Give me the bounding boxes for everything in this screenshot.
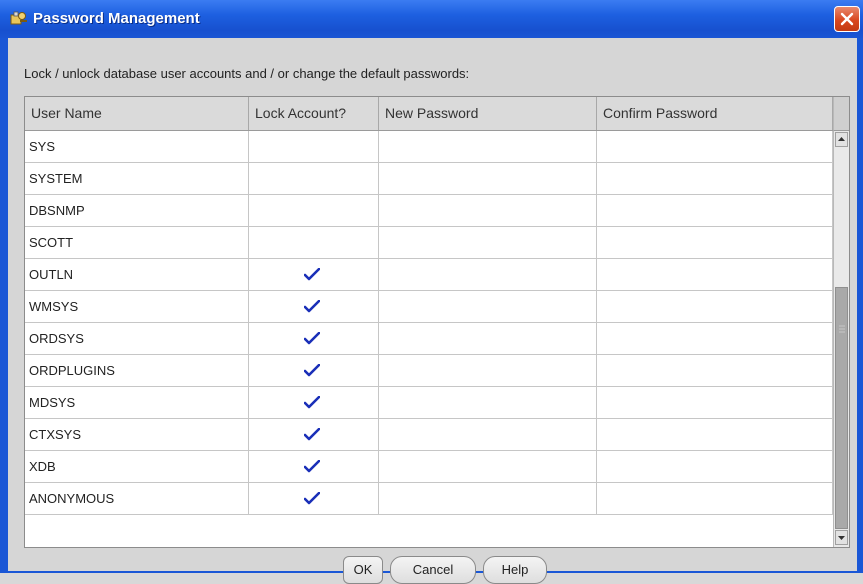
instruction-text: Lock / unlock database user accounts and… [24,66,470,81]
new-password-cell[interactable] [379,387,597,418]
user-name-cell[interactable]: CTXSYS [25,419,249,450]
dialog-content: Lock / unlock database user accounts and… [8,38,857,584]
confirm-password-cell[interactable] [597,323,833,354]
table-header: User Name Lock Account? New Password Con… [25,97,833,131]
confirm-password-cell[interactable] [597,387,833,418]
table-header-corner [833,97,849,131]
table-row[interactable]: MDSYS [25,387,833,419]
lock-account-cell[interactable] [249,323,379,354]
user-name-cell[interactable]: SYS [25,131,249,162]
user-name-cell[interactable]: OUTLN [25,259,249,290]
scroll-up-button[interactable] [835,132,848,147]
table-row[interactable]: WMSYS [25,291,833,323]
user-name-cell[interactable]: XDB [25,451,249,482]
title-bar[interactable]: Password Management [0,0,863,38]
checkmark-icon [304,300,320,313]
confirm-password-cell[interactable] [597,131,833,162]
checkmark-icon [304,268,320,281]
checkmark-icon [304,364,320,377]
confirm-password-cell[interactable] [597,419,833,450]
arrow-down-icon [838,536,845,540]
table-row[interactable]: ANONYMOUS [25,483,833,515]
lock-account-cell[interactable] [249,259,379,290]
table-body: SYS SYSTEM DBSNMP SCOTT OUTLN WMSYS ORDSYS ORDP… [25,131,833,515]
user-name-cell[interactable]: ORDSYS [25,323,249,354]
lock-account-cell[interactable] [249,419,379,450]
lock-account-cell[interactable] [249,131,379,162]
user-name-cell[interactable]: ORDPLUGINS [25,355,249,386]
user-name-cell[interactable]: MDSYS [25,387,249,418]
new-password-cell[interactable] [379,163,597,194]
lock-account-cell[interactable] [249,451,379,482]
scrollbar-thumb[interactable] [835,287,848,529]
table-row[interactable]: SYS [25,131,833,163]
new-password-cell[interactable] [379,483,597,514]
lock-account-cell[interactable] [249,163,379,194]
table-row[interactable]: SYSTEM [25,163,833,195]
checkmark-icon [304,460,320,473]
column-header-lock-account[interactable]: Lock Account? [249,97,379,130]
confirm-password-cell[interactable] [597,355,833,386]
close-icon [840,12,854,26]
column-header-user-name[interactable]: User Name [25,97,249,130]
key-users-icon [10,11,27,25]
user-name-cell[interactable]: DBSNMP [25,195,249,226]
confirm-password-cell[interactable] [597,451,833,482]
scroll-down-button[interactable] [835,530,848,545]
new-password-cell[interactable] [379,355,597,386]
table-row[interactable]: XDB [25,451,833,483]
grip-icon [839,325,845,333]
new-password-cell[interactable] [379,259,597,290]
confirm-password-cell[interactable] [597,483,833,514]
vertical-scrollbar[interactable] [833,131,849,547]
checkmark-icon [304,332,320,345]
arrow-up-icon [838,137,845,141]
user-name-cell[interactable]: SYSTEM [25,163,249,194]
column-header-new-password[interactable]: New Password [379,97,597,130]
table-row[interactable]: DBSNMP [25,195,833,227]
user-name-cell[interactable]: ANONYMOUS [25,483,249,514]
table-row[interactable]: CTXSYS [25,419,833,451]
ok-button[interactable]: OK [343,556,383,584]
checkmark-icon [304,428,320,441]
confirm-password-cell[interactable] [597,291,833,322]
lock-account-cell[interactable] [249,355,379,386]
lock-account-cell[interactable] [249,227,379,258]
confirm-password-cell[interactable] [597,195,833,226]
lock-account-cell[interactable] [249,291,379,322]
new-password-cell[interactable] [379,419,597,450]
close-button[interactable] [834,6,860,32]
new-password-cell[interactable] [379,227,597,258]
table-row[interactable]: OUTLN [25,259,833,291]
confirm-password-cell[interactable] [597,259,833,290]
column-header-confirm-password[interactable]: Confirm Password [597,97,833,130]
window-border [0,38,8,573]
new-password-cell[interactable] [379,323,597,354]
cancel-button[interactable]: Cancel [390,556,476,584]
confirm-password-cell[interactable] [597,163,833,194]
user-name-cell[interactable]: WMSYS [25,291,249,322]
password-table: User Name Lock Account? New Password Con… [24,96,850,548]
new-password-cell[interactable] [379,131,597,162]
new-password-cell[interactable] [379,291,597,322]
window-title: Password Management [33,10,200,27]
checkmark-icon [304,492,320,505]
new-password-cell[interactable] [379,451,597,482]
confirm-password-cell[interactable] [597,227,833,258]
lock-account-cell[interactable] [249,195,379,226]
checkmark-icon [304,396,320,409]
help-button[interactable]: Help [483,556,547,584]
lock-account-cell[interactable] [249,387,379,418]
table-row[interactable]: ORDSYS [25,323,833,355]
dialog-window: Password Management Lock / unlock databa… [0,0,863,584]
table-row[interactable]: ORDPLUGINS [25,355,833,387]
user-name-cell[interactable]: SCOTT [25,227,249,258]
new-password-cell[interactable] [379,195,597,226]
table-row[interactable]: SCOTT [25,227,833,259]
lock-account-cell[interactable] [249,483,379,514]
